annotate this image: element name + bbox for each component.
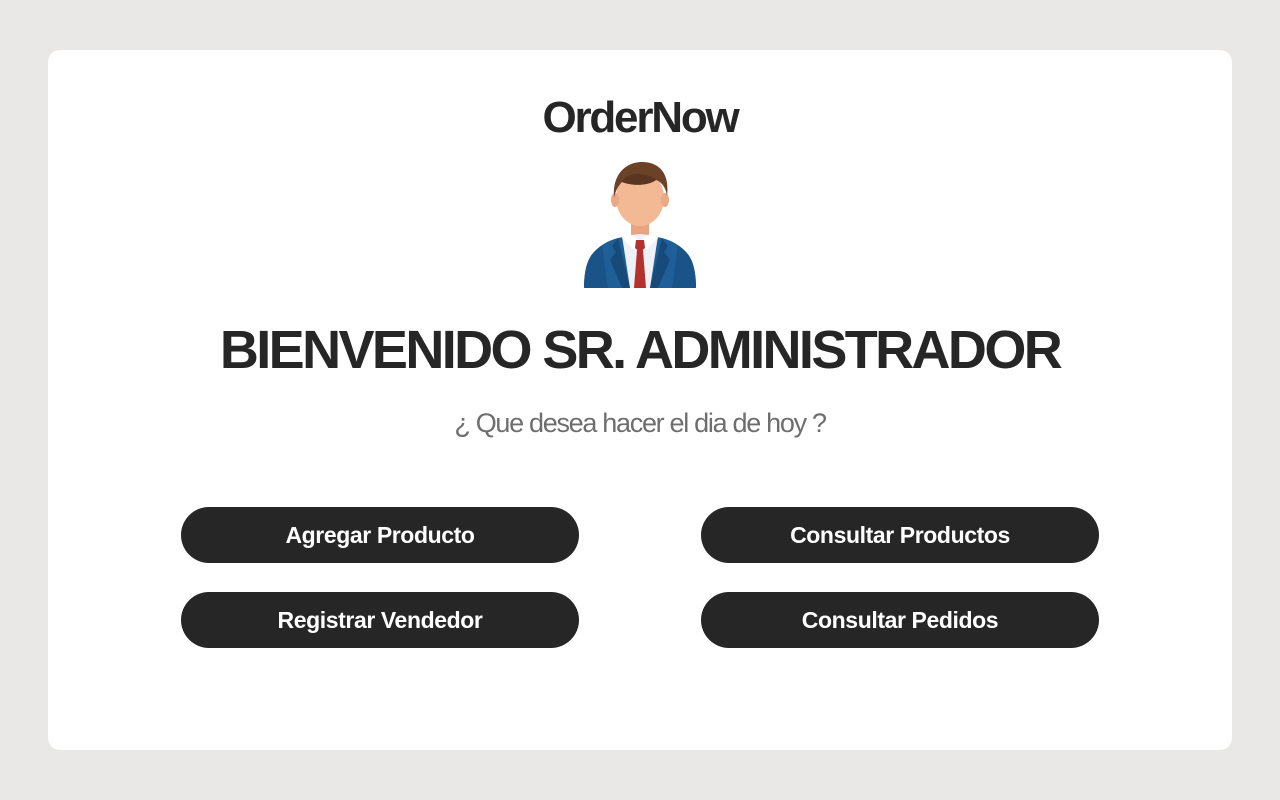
register-seller-button[interactable]: Registrar Vendedor [181, 592, 579, 648]
main-card: OrderNow BIENVENIDO SR. ADMINISTRADOR ¿ … [48, 50, 1232, 750]
welcome-title: BIENVENIDO SR. ADMINISTRADOR [219, 320, 1063, 380]
add-product-button[interactable]: Agregar Producto [181, 507, 579, 563]
view-orders-button[interactable]: Consultar Pedidos [701, 592, 1099, 648]
admin-avatar-icon [584, 162, 696, 288]
brand-logo: OrderNow [542, 93, 739, 142]
welcome-subtitle: ¿ Que desea hacer el dia de hoy ? [454, 408, 827, 438]
view-products-button[interactable]: Consultar Productos [701, 507, 1099, 563]
